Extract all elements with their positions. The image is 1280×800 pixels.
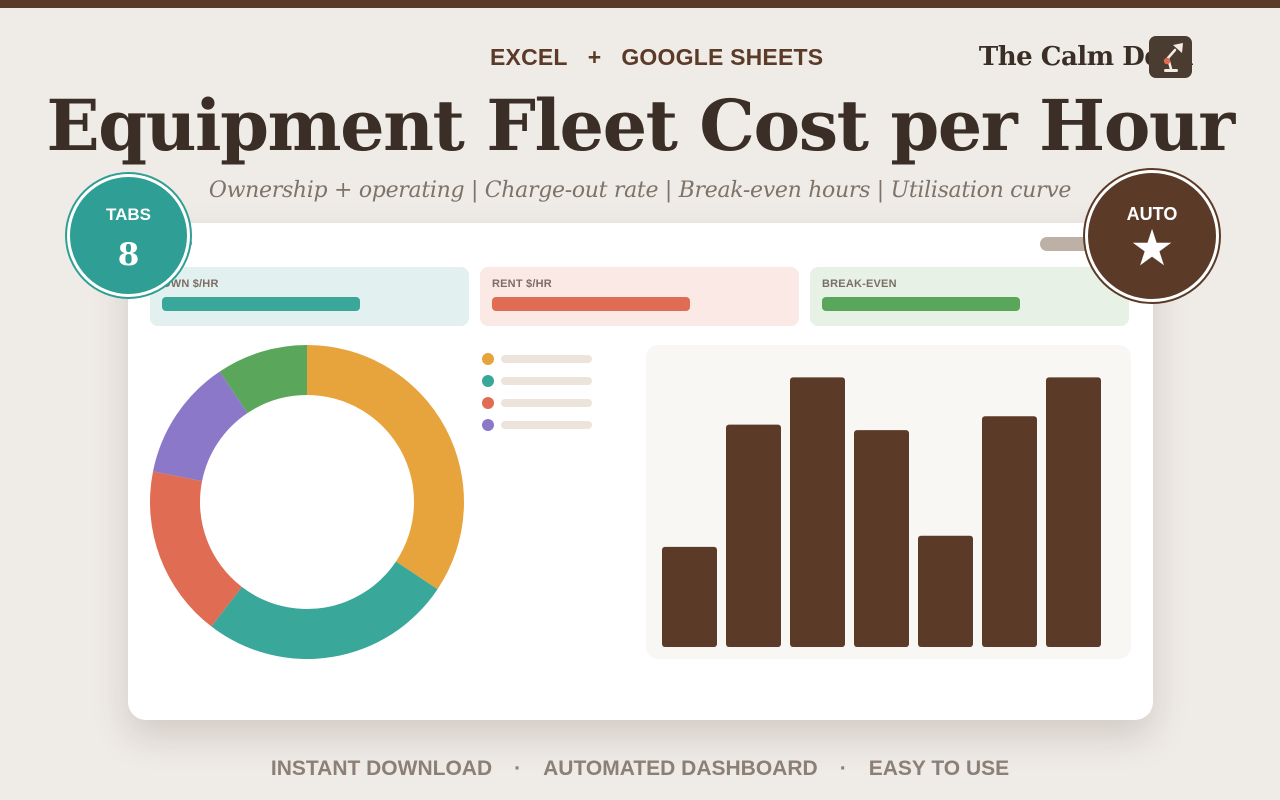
platform-google-sheets: GOOGLE SHEETS [621,44,824,70]
page-subtitle: Ownership + operating | Charge-out rate … [208,178,1072,203]
page-title: Equipment Fleet Cost per Hour [46,84,1235,167]
platform-excel: EXCEL [490,44,568,70]
bar-chart [662,377,1101,647]
footer-separator: · [839,757,847,780]
feature-automated-dashboard: AUTOMATED DASHBOARD [543,757,818,780]
bar-7 [1046,377,1101,647]
bar-5 [918,535,973,647]
legend-swatch [482,397,494,409]
tabs-badge-value: 8 [117,237,140,273]
donut-slice-1 [307,345,465,590]
bar-4 [854,430,909,647]
bar-1 [662,546,717,647]
donut-chart [150,345,465,659]
donut-slice-2 [211,561,438,659]
bar-6 [982,416,1037,647]
top-accent-bar [0,0,1280,8]
kpi-label: BREAK-EVEN [822,278,897,290]
kpi-bar [822,297,1020,311]
legend-label-placeholder [501,355,592,363]
footer-separator: · [514,757,522,780]
legend-label-placeholder [501,399,592,407]
kpi-bar [492,297,690,311]
donut-slice-3 [150,471,242,627]
star-icon: ★ [1129,220,1175,276]
feature-footer: INSTANT DOWNLOAD · AUTOMATED DASHBOARD · EAS… [0,757,1280,781]
dashboard-preview-card: OWN $/HR RENT $/HR BREAK-EVEN [128,223,1153,720]
tabs-count-badge: TABS 8 [67,174,190,297]
kpi-rent-per-hour: RENT $/HR [480,267,799,326]
bar-chart-panel [646,345,1131,659]
auto-badge: AUTO ★ [1085,170,1219,302]
bar-2 [726,424,781,647]
legend-swatch [482,375,494,387]
kpi-label: RENT $/HR [492,278,552,290]
platform-plus: + [587,44,602,70]
desk-lamp-icon [1149,36,1192,78]
feature-instant-download: INSTANT DOWNLOAD [270,757,493,780]
legend-swatch [482,353,494,365]
tabs-badge-label: TABS [105,205,151,224]
legend-swatch [482,419,494,431]
feature-easy-to-use: EASY TO USE [868,757,1010,780]
platform-labels: EXCEL + GOOGLE SHEETS [490,44,823,71]
bar-3 [790,377,845,647]
kpi-break-even: BREAK-EVEN [810,267,1129,326]
legend-label-placeholder [501,377,592,385]
legend-label-placeholder [501,421,592,429]
kpi-bar [162,297,360,311]
kpi-own-per-hour: OWN $/HR [150,267,469,326]
